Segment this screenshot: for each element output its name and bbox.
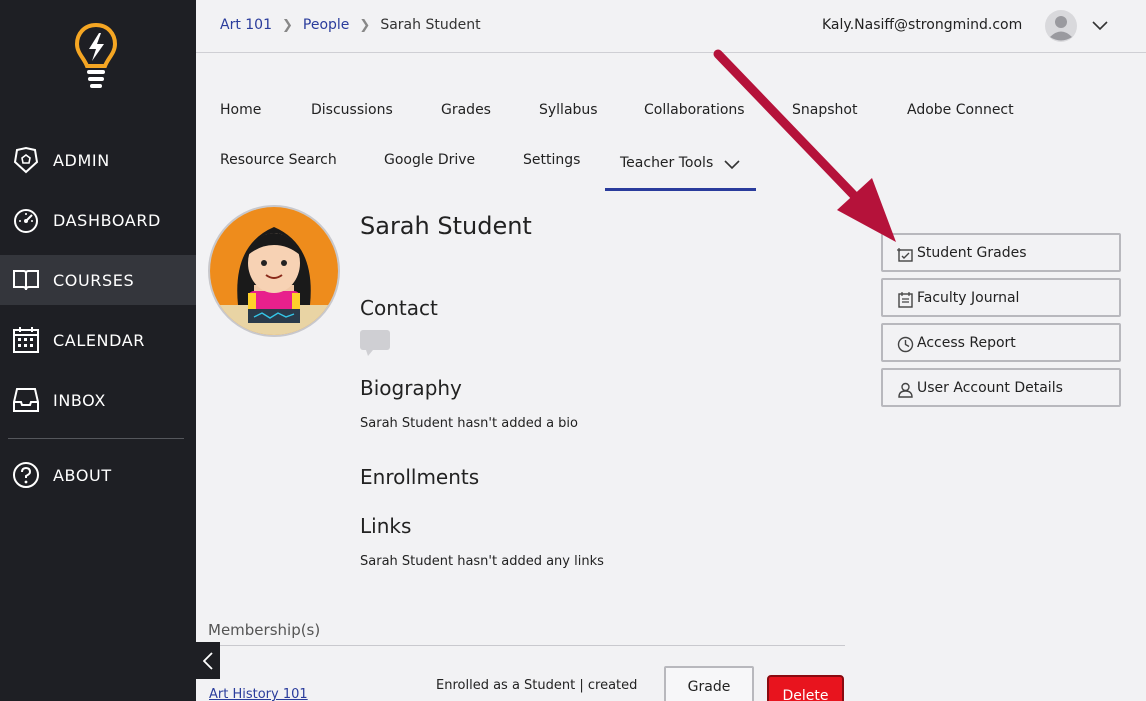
inbox-icon	[13, 388, 39, 412]
speedometer-icon	[14, 209, 38, 233]
chevron-down-icon[interactable]	[1092, 18, 1108, 32]
tab-discussions[interactable]: Discussions	[311, 102, 393, 118]
user-account-details-label: User Account Details	[917, 380, 1063, 396]
user-avatar-icon[interactable]	[1045, 10, 1077, 42]
enrollments-heading: Enrollments	[360, 465, 480, 489]
sidebar-item-label: CALENDAR	[53, 330, 146, 350]
memberships-heading: Membership(s)	[208, 621, 321, 639]
clock-icon	[897, 336, 914, 353]
faculty-journal-button[interactable]: Faculty Journal	[881, 278, 1121, 317]
student-grades-button[interactable]: Student Grades	[881, 233, 1121, 272]
admin-badge-icon	[13, 146, 39, 174]
membership-course-link[interactable]: Art History 101	[209, 687, 308, 701]
collapse-sidebar-button[interactable]	[196, 642, 220, 679]
sidebar-item-label: DASHBOARD	[53, 210, 161, 230]
delete-button[interactable]: Delete	[767, 675, 844, 701]
biography-text: Sarah Student hasn't added a bio	[360, 416, 578, 431]
sidebar-item-inbox[interactable]: INBOX	[0, 375, 196, 425]
sidebar-item-label: INBOX	[53, 390, 106, 410]
sidebar-item-about[interactable]: ABOUT	[0, 450, 196, 500]
contact-heading: Contact	[360, 296, 438, 320]
book-icon	[13, 270, 39, 291]
student-name: Sarah Student	[360, 212, 532, 240]
memberships-divider	[208, 645, 845, 646]
question-circle-icon	[13, 462, 39, 488]
links-text: Sarah Student hasn't added any links	[360, 554, 604, 569]
sidebar-item-courses[interactable]: COURSES	[0, 255, 196, 305]
student-grades-label: Student Grades	[917, 245, 1027, 261]
journal-icon	[898, 292, 913, 308]
user-email[interactable]: Kaly.Nasiff@strongmind.com	[822, 17, 1022, 33]
tab-teacher-tools[interactable]: Teacher Tools	[605, 145, 756, 191]
access-report-label: Access Report	[917, 335, 1016, 351]
grades-check-icon	[897, 248, 913, 262]
sidebar-item-admin[interactable]: ADMIN	[0, 135, 196, 185]
chevron-down-icon	[724, 160, 740, 170]
breadcrumb-link-course[interactable]: Art 101	[220, 17, 272, 33]
sidebar-item-label: COURSES	[53, 270, 135, 290]
faculty-journal-label: Faculty Journal	[917, 290, 1020, 306]
chevron-left-icon	[203, 651, 213, 670]
tab-syllabus[interactable]: Syllabus	[539, 102, 598, 118]
sidebar: ADMIN DASHBOARD COURSES CALENDAR INBOX A…	[0, 0, 196, 701]
tab-snapshot[interactable]: Snapshot	[792, 102, 857, 118]
breadcrumb-current: Sarah Student	[380, 17, 481, 33]
grade-button[interactable]: Grade	[664, 666, 754, 701]
tab-resource-search[interactable]: Resource Search	[220, 152, 337, 168]
membership-status: Enrolled as a Student | created	[436, 678, 638, 693]
sidebar-item-label: ABOUT	[53, 465, 112, 485]
user-icon	[898, 382, 913, 398]
sidebar-item-label: ADMIN	[53, 150, 110, 170]
top-bar: Art 101 ❯ People ❯ Sarah Student Kaly.Na…	[196, 0, 1146, 53]
breadcrumb: Art 101 ❯ People ❯ Sarah Student	[220, 17, 481, 33]
user-account-details-button[interactable]: User Account Details	[881, 368, 1121, 407]
tab-grades[interactable]: Grades	[441, 102, 491, 118]
breadcrumb-link-people[interactable]: People	[303, 17, 350, 33]
tab-adobe-connect[interactable]: Adobe Connect	[907, 102, 1014, 118]
tab-collaborations[interactable]: Collaborations	[644, 102, 745, 118]
student-avatar	[208, 205, 340, 337]
tab-home[interactable]: Home	[220, 102, 261, 118]
sidebar-item-dashboard[interactable]: DASHBOARD	[0, 195, 196, 245]
access-report-button[interactable]: Access Report	[881, 323, 1121, 362]
tab-teacher-tools-label: Teacher Tools	[620, 155, 714, 171]
links-heading: Links	[360, 514, 412, 538]
chevron-right-icon: ❯	[359, 17, 371, 33]
sidebar-item-calendar[interactable]: CALENDAR	[0, 315, 196, 365]
lightbulb-logo-icon[interactable]	[74, 22, 118, 90]
chevron-right-icon: ❯	[282, 17, 293, 33]
calendar-icon	[13, 327, 39, 353]
message-bubble-icon[interactable]	[360, 330, 390, 356]
tab-google-drive[interactable]: Google Drive	[384, 152, 475, 168]
sidebar-divider	[8, 438, 184, 439]
biography-heading: Biography	[360, 376, 462, 400]
tab-settings[interactable]: Settings	[523, 152, 580, 168]
